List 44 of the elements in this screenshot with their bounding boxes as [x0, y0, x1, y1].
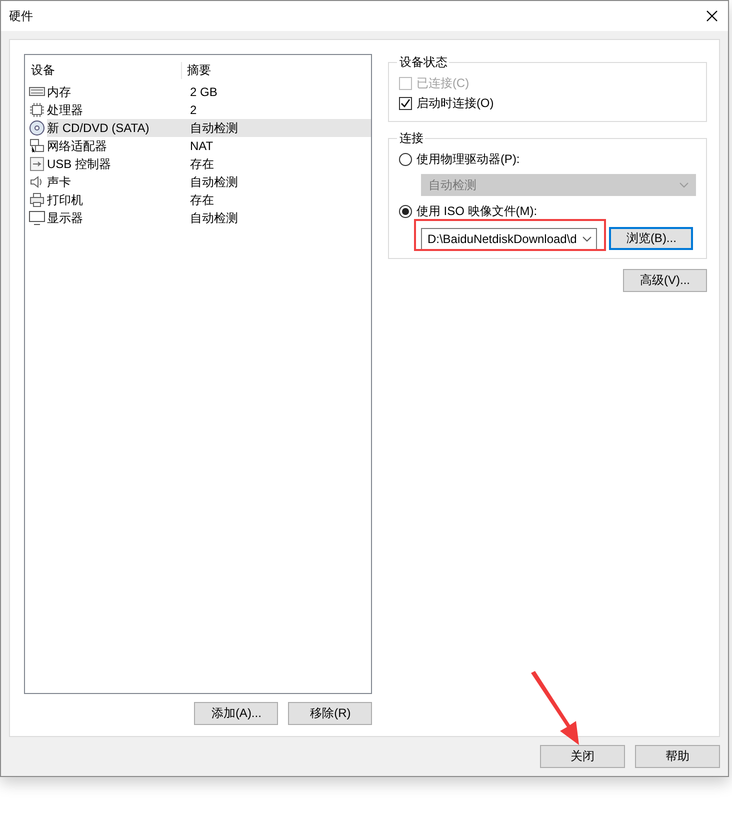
- radio-label: 使用 ISO 映像文件(M):: [416, 202, 538, 220]
- advanced-button[interactable]: 高级(V)...: [623, 269, 707, 292]
- device-summary: NAT: [189, 138, 214, 155]
- device-name[interactable]: 打印机: [47, 191, 185, 209]
- close-icon[interactable]: [706, 10, 718, 22]
- path-combo-box[interactable]: D:\BaiduNetdiskDownload\d: [421, 228, 598, 250]
- monitor-icon: [29, 210, 45, 226]
- browse-button[interactable]: 浏览(B)...: [609, 227, 694, 250]
- radio-button[interactable]: [399, 204, 412, 218]
- window-title: 硬件: [9, 8, 33, 24]
- chevron-down-icon: [582, 236, 592, 242]
- column-header[interactable]: 摘要: [182, 62, 372, 78]
- group-title: 设备状态: [398, 54, 448, 71]
- dialog-button[interactable]: 帮助: [635, 745, 720, 768]
- list-button[interactable]: 添加(A)...: [194, 702, 278, 725]
- device-name[interactable]: 声卡: [47, 173, 185, 191]
- network-icon: [29, 138, 45, 154]
- checkbox[interactable]: [399, 96, 412, 110]
- dialog-button[interactable]: 关闭: [540, 745, 625, 768]
- column-header[interactable]: 设备: [25, 62, 182, 78]
- device-name[interactable]: 网络适配器: [47, 137, 185, 155]
- device-summary: 自动检测: [185, 119, 372, 137]
- device-summary: 2 GB: [189, 84, 218, 101]
- group-title: 连接: [398, 130, 424, 147]
- device-name[interactable]: 处理器: [47, 101, 185, 119]
- device-name[interactable]: 内存: [47, 83, 185, 101]
- list-button[interactable]: 移除(R): [288, 702, 372, 725]
- device-summary: 2: [189, 102, 198, 119]
- device-name[interactable]: 新 CD/DVD (SATA): [47, 119, 185, 137]
- device-name[interactable]: 显示器: [47, 209, 185, 227]
- device-summary: 存在: [189, 156, 215, 173]
- printer-icon: [29, 192, 45, 208]
- chevron-down-icon: [679, 182, 689, 188]
- radio-button[interactable]: [399, 152, 412, 166]
- device-summary: 自动检测: [189, 174, 239, 191]
- usb-icon: [29, 156, 45, 172]
- checkbox-label: 启动时连接(O): [416, 94, 494, 112]
- device-name[interactable]: USB 控制器: [47, 155, 185, 173]
- device-summary: 自动检测: [189, 210, 239, 227]
- disc-icon: [29, 120, 45, 136]
- chip-icon: [29, 102, 45, 118]
- checkbox-label: 已连接(C): [416, 74, 470, 92]
- device-summary: 存在: [189, 192, 215, 209]
- radio-label: 使用物理驱动器(P):: [416, 150, 520, 168]
